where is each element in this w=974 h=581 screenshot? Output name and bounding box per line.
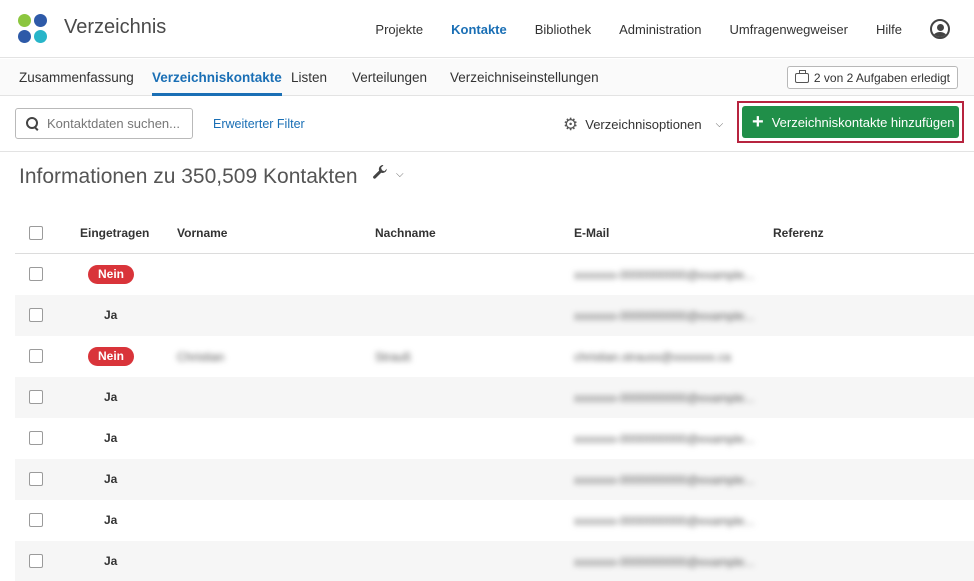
- app-logo[interactable]: [18, 14, 48, 44]
- column-header-eingetragen[interactable]: Eingetragen: [80, 226, 149, 240]
- email-cell: xxxxxxx-0000000000@example...: [574, 473, 755, 487]
- email-cell: xxxxxxx-0000000000@example...: [574, 309, 755, 323]
- directory-options-label: Verzeichnisoptionen: [585, 116, 702, 132]
- chevron-down-icon: ⌵: [715, 118, 724, 130]
- briefcase-icon: [794, 69, 809, 83]
- plus-icon: +: [752, 111, 764, 133]
- last-name-cell: Strauß: [375, 350, 412, 364]
- table-row[interactable]: Ja xxxxxxx-0000000000@example...: [15, 459, 974, 500]
- contacts-table: Eingetragen Vorname Nachname E-Mail Refe…: [15, 212, 974, 581]
- row-checkbox[interactable]: [29, 431, 43, 445]
- app-title: Verzeichnis: [64, 16, 167, 38]
- search-icon: [26, 117, 39, 130]
- tab-verzeichniskontakte[interactable]: Verzeichniskontakte: [152, 59, 282, 96]
- row-checkbox[interactable]: [29, 554, 43, 568]
- subscribed-cell: Ja: [104, 472, 118, 486]
- row-checkbox[interactable]: [29, 390, 43, 404]
- table-row[interactable]: Ja xxxxxxx-0000000000@example...: [15, 295, 974, 336]
- add-contacts-button[interactable]: + Verzeichniskontakte hinzufügen: [742, 106, 959, 138]
- column-header-vorname[interactable]: Vorname: [177, 226, 227, 240]
- directory-options-dropdown[interactable]: ⚙ Verzeichnisoptionen ⌵: [563, 114, 723, 134]
- top-navigation: Projekte Kontakte Bibliothek Administrat…: [347, 0, 974, 58]
- tasks-progress-label: 2 von 2 Aufgaben erledigt: [813, 70, 950, 85]
- status-badge: Nein: [88, 265, 134, 284]
- nav-item-umfragenwegweiser[interactable]: Umfragenwegweiser: [729, 22, 848, 37]
- subscribed-cell: Ja: [104, 390, 118, 404]
- subscribed-cell: Ja: [104, 308, 118, 322]
- subscribed-cell: Ja: [104, 431, 118, 445]
- status-badge: Nein: [88, 347, 134, 366]
- nav-item-bibliothek[interactable]: Bibliothek: [535, 22, 591, 37]
- column-header-nachname[interactable]: Nachname: [375, 226, 436, 240]
- user-icon[interactable]: [930, 19, 950, 39]
- table-row[interactable]: Ja xxxxxxx-0000000000@example...: [15, 377, 974, 418]
- tab-listen[interactable]: Listen: [291, 59, 327, 96]
- row-checkbox[interactable]: [29, 513, 43, 527]
- chevron-down-icon[interactable]: ⌵: [396, 169, 404, 180]
- first-name-cell: Christian: [177, 350, 225, 364]
- select-all-checkbox[interactable]: [29, 226, 43, 240]
- row-checkbox[interactable]: [29, 308, 43, 322]
- row-checkbox[interactable]: [29, 349, 43, 363]
- nav-item-administration[interactable]: Administration: [619, 22, 701, 37]
- table-row[interactable]: Ja xxxxxxx-0000000000@example...: [15, 500, 974, 541]
- email-cell: xxxxxxx-0000000000@example...: [574, 555, 755, 569]
- add-contacts-label: Verzeichniskontakte hinzufügen: [771, 114, 955, 130]
- email-cell: xxxxxxx-0000000000@example...: [574, 268, 755, 282]
- table-header: Eingetragen Vorname Nachname E-Mail Refe…: [15, 212, 974, 254]
- search-box[interactable]: [15, 108, 193, 139]
- nav-item-kontakte[interactable]: Kontakte: [451, 22, 507, 37]
- advanced-filter-link[interactable]: Erweiterter Filter: [213, 117, 305, 131]
- table-row[interactable]: Ja xxxxxxx-0000000000@example...: [15, 418, 974, 459]
- email-cell: xxxxxxx-0000000000@example...: [574, 391, 755, 405]
- table-row[interactable]: Ja xxxxxxx-0000000000@example...: [15, 541, 974, 581]
- nav-item-hilfe[interactable]: Hilfe: [876, 22, 902, 37]
- row-checkbox[interactable]: [29, 472, 43, 486]
- tab-zusammenfassung[interactable]: Zusammenfassung: [19, 59, 134, 96]
- nav-item-projekte[interactable]: Projekte: [375, 22, 423, 37]
- sub-tabs: Zusammenfassung Verzeichniskontakte List…: [0, 59, 974, 96]
- email-cell: xxxxxxx-0000000000@example...: [574, 514, 755, 528]
- column-header-referenz[interactable]: Referenz: [773, 226, 824, 240]
- table-row[interactable]: Nein Christian Strauß christian.strauss@…: [15, 336, 974, 377]
- subscribed-cell: Ja: [104, 513, 118, 527]
- table-row[interactable]: Nein xxxxxxx-0000000000@example...: [15, 254, 974, 295]
- wrench-icon[interactable]: [372, 164, 388, 184]
- email-cell: christian.strauss@xxxxxxx.ca: [574, 350, 731, 364]
- column-header-email[interactable]: E-Mail: [574, 226, 609, 240]
- gear-icon: ⚙: [563, 114, 579, 134]
- search-input[interactable]: [47, 116, 187, 131]
- tab-verzeichniseinstellungen[interactable]: Verzeichniseinstellungen: [450, 59, 599, 96]
- top-bar: Verzeichnis Projekte Kontakte Bibliothek…: [0, 0, 974, 58]
- tab-verteilungen[interactable]: Verteilungen: [352, 59, 427, 96]
- page-title: Informationen zu 350,509 Kontakten: [19, 165, 358, 188]
- email-cell: xxxxxxx-0000000000@example...: [574, 432, 755, 446]
- row-checkbox[interactable]: [29, 267, 43, 281]
- tasks-progress-button[interactable]: 2 von 2 Aufgaben erledigt: [786, 66, 958, 89]
- subscribed-cell: Ja: [104, 554, 118, 568]
